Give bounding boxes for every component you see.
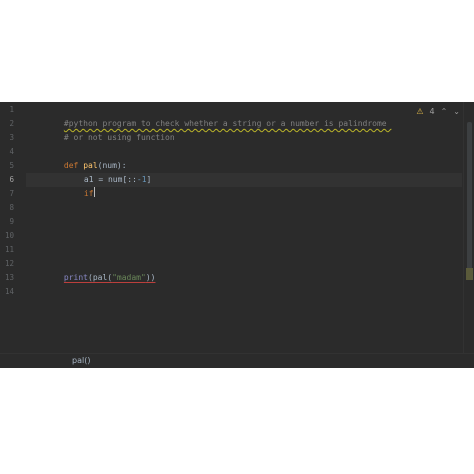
line-number: 14 — [4, 287, 14, 296]
line-number: 5 — [9, 161, 14, 170]
code-line-4[interactable]: def pal(num): — [35, 145, 462, 170]
if-keyword: if — [83, 189, 94, 198]
warning-marker[interactable] — [466, 268, 473, 280]
comment-text: # or not using function — [63, 133, 175, 142]
line-number: 12 — [4, 259, 14, 268]
warning-count: 4 — [429, 107, 435, 116]
line-number: 10 — [4, 231, 14, 240]
line-number: 7 — [9, 189, 14, 198]
code-editor[interactable]: 1 2 3 4 5 6 7 8 9 10 11 12 13 14 #python… — [0, 102, 474, 368]
call-text: (pal( — [88, 273, 113, 282]
chevron-up-icon[interactable]: ⌃ — [441, 106, 448, 118]
line-number: 2 — [9, 119, 14, 128]
breadcrumb-item[interactable]: pal() — [72, 354, 90, 368]
code-line-5[interactable]: a1 = num[::-1] — [55, 159, 462, 184]
line-number: 13 — [4, 273, 14, 282]
text-caret — [93, 187, 95, 197]
code-line-2[interactable]: # or not using function — [35, 117, 462, 142]
scrollbar-thumb[interactable] — [467, 122, 472, 272]
code-line-1[interactable]: #python program to check whether a strin… — [35, 103, 462, 128]
code-line-6[interactable]: if — [55, 173, 462, 198]
code-line-12[interactable]: print(pal("madam")) — [35, 257, 462, 282]
warning-triangle-icon: ⚠ — [416, 107, 424, 116]
line-number-active: 6 — [9, 175, 14, 184]
vertical-scrollbar[interactable] — [463, 102, 474, 354]
line-number-gutter[interactable]: 1 2 3 4 5 6 7 8 9 10 11 12 13 14 — [0, 102, 26, 354]
line-number: 8 — [9, 203, 14, 212]
line-number: 1 — [9, 105, 14, 114]
line-number: 11 — [4, 245, 14, 254]
code-area[interactable]: #python program to check whether a strin… — [26, 102, 462, 354]
breadcrumb: pal() — [0, 353, 474, 368]
print-builtin: print — [63, 273, 88, 282]
line-number: 9 — [9, 217, 14, 226]
call-close-text: )) — [145, 273, 156, 282]
chevron-down-icon[interactable]: ⌄ — [453, 106, 460, 118]
line-number: 4 — [9, 147, 14, 156]
inspection-widget[interactable]: ⚠ 4 ⌃ ⌄ — [416, 106, 460, 118]
line-number: 3 — [9, 133, 14, 142]
string-literal: "madam" — [112, 273, 146, 282]
